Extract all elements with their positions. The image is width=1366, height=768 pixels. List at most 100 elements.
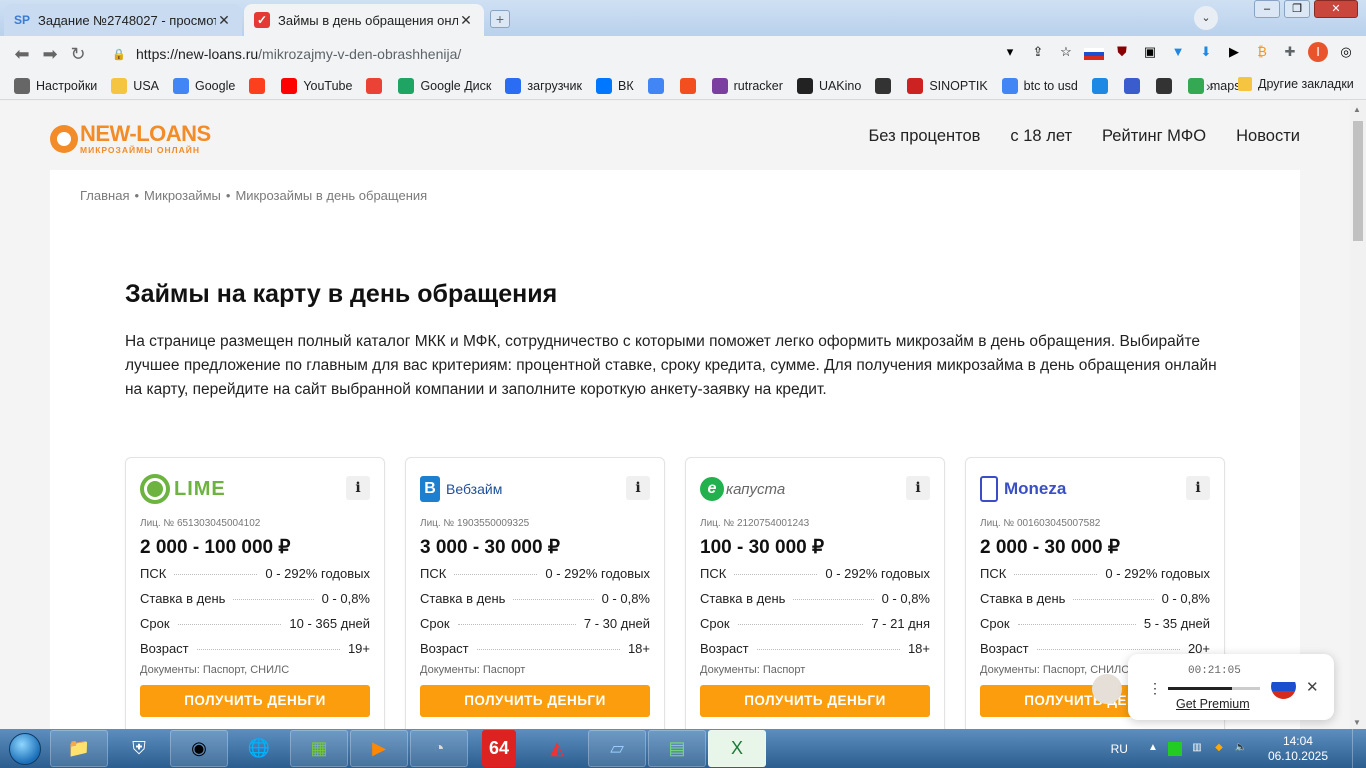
dropdown-icon[interactable]: ▾ xyxy=(1000,42,1020,62)
bookmark-usa[interactable]: USA xyxy=(111,77,159,94)
clock-app-icon[interactable]: ◔ xyxy=(410,730,468,767)
language-indicator[interactable]: RU xyxy=(1111,742,1128,756)
chrome-icon[interactable]: ◉ xyxy=(170,730,228,767)
bookmark-translate[interactable] xyxy=(647,77,670,94)
menu-icon[interactable]: ◎ xyxy=(1336,42,1356,62)
clock[interactable]: 14:04 06.10.2025 xyxy=(1268,734,1328,764)
webzaim-logo[interactable]: B Вебзайм xyxy=(420,472,502,506)
kapusta-logo[interactable]: e капуста xyxy=(700,472,785,506)
get-money-button[interactable]: ПОЛУЧИТЬ ДЕНЬГИ xyxy=(140,685,370,717)
scrollbar-thumb[interactable] xyxy=(1353,121,1363,241)
forward-icon[interactable]: ➡ xyxy=(36,44,64,65)
bookmark-вк[interactable]: ВК xyxy=(595,77,634,94)
share-icon[interactable]: ⇪ xyxy=(1028,42,1048,62)
more-bookmarks-button[interactable]: » xyxy=(1206,78,1214,94)
scroll-down-icon[interactable]: ▼ xyxy=(1353,718,1361,727)
bookmark-maps[interactable]: maps xyxy=(1187,77,1240,94)
volume-icon[interactable]: 🔈 xyxy=(1234,742,1248,756)
close-window-button[interactable]: ✕ xyxy=(1314,0,1358,18)
bookmark-bookmark[interactable] xyxy=(875,77,897,94)
bookmark-arrow[interactable] xyxy=(1123,77,1146,94)
bookmark-загрузчик[interactable]: загрузчик xyxy=(505,77,582,94)
tray-green-icon[interactable] xyxy=(1167,741,1182,756)
tray-up-arrow-icon[interactable]: ▲ xyxy=(1146,742,1160,756)
excel-icon[interactable]: X xyxy=(708,730,766,767)
chart-app-icon[interactable]: ◭ xyxy=(528,730,586,767)
minimize-button[interactable]: – xyxy=(1254,0,1280,18)
url-path: /mikrozajmy-v-den-obrashhenija/ xyxy=(258,46,462,62)
get-premium-link[interactable]: Get Premium xyxy=(1176,697,1250,711)
security-app-icon[interactable]: ⛨ xyxy=(110,730,168,767)
bookmark-gmail[interactable] xyxy=(366,77,388,94)
info-button[interactable]: i xyxy=(346,476,370,500)
nav-news[interactable]: Новости xyxy=(1236,127,1300,146)
back-icon[interactable]: ⬅ xyxy=(8,44,36,65)
bookmark-yandex[interactable] xyxy=(249,77,271,94)
more-options-icon[interactable]: ⋮ xyxy=(1148,680,1162,697)
other-bookmarks-folder[interactable]: Другие закладки xyxy=(1238,77,1354,91)
lime-logo[interactable]: LIME xyxy=(140,472,226,506)
maximize-button[interactable]: ❐ xyxy=(1284,0,1310,18)
get-money-button[interactable]: ПОЛУЧИТЬ ДЕНЬГИ xyxy=(700,685,930,717)
get-money-button[interactable]: ПОЛУЧИТЬ ДЕНЬГИ xyxy=(420,685,650,717)
money-app-icon[interactable]: ▦ xyxy=(290,730,348,767)
globe-app-icon[interactable]: 🌐 xyxy=(230,730,288,767)
breadcrumb-home[interactable]: Главная xyxy=(80,188,129,203)
site-logo[interactable]: NEW-LOANS МИКРОЗАЙМЫ ОНЛАЙН xyxy=(50,123,211,155)
script-icon[interactable]: ▶ xyxy=(1224,42,1244,62)
media-player-icon[interactable]: ▶ xyxy=(350,730,408,767)
maps-icon xyxy=(1187,77,1204,94)
rate-row: Ставка в день 0 - 0,8% xyxy=(700,591,930,606)
scroll-up-icon[interactable]: ▲ xyxy=(1353,105,1361,114)
bookmark-p[interactable] xyxy=(1091,77,1114,94)
bookmark-google-диск[interactable]: Google Диск xyxy=(398,77,491,94)
address-bar[interactable]: 🔒 https://new-loans.ru/mikrozajmy-v-den-… xyxy=(102,40,1022,68)
bookmark-rutracker[interactable]: rutracker xyxy=(711,77,783,94)
info-button[interactable]: i xyxy=(1186,476,1210,500)
moneza-logo[interactable]: Moneza xyxy=(980,472,1066,506)
player-progress[interactable] xyxy=(1168,687,1260,690)
notepad-icon[interactable]: ▱ xyxy=(588,730,646,767)
explorer-icon[interactable]: 📁 xyxy=(50,730,108,767)
info-button[interactable]: i xyxy=(906,476,930,500)
bookmark-настройки[interactable]: Настройки xyxy=(14,77,97,94)
tab-task[interactable]: SP Задание №2748027 - просмотр з ✕ xyxy=(4,4,242,36)
breadcrumb-microloans[interactable]: Микрозаймы xyxy=(144,188,221,203)
page-scrollbar[interactable]: ▲ ▼ xyxy=(1350,101,1366,729)
extension-icon[interactable]: ▣ xyxy=(1140,42,1160,62)
monitor-app-icon[interactable]: ▤ xyxy=(648,730,706,767)
download-icon[interactable]: ⬇ xyxy=(1196,42,1216,62)
close-tab-icon[interactable]: ✕ xyxy=(216,12,232,29)
star-icon[interactable]: ☆ xyxy=(1056,42,1076,62)
nav-no-interest[interactable]: Без процентов xyxy=(868,127,980,146)
russia-flag-icon[interactable] xyxy=(1271,674,1296,699)
tray-app-icon[interactable]: ◆ xyxy=(1212,742,1226,756)
close-widget-icon[interactable]: ✕ xyxy=(1306,678,1319,696)
show-desktop-button[interactable] xyxy=(1352,729,1366,768)
bookmark-bc[interactable] xyxy=(1155,77,1178,94)
bookmark-uakino[interactable]: UAKino xyxy=(796,77,861,94)
info-button[interactable]: i xyxy=(626,476,650,500)
new-tab-button[interactable]: + xyxy=(490,10,510,28)
aida64-icon[interactable]: 64 xyxy=(482,730,516,767)
bookmark-google[interactable]: Google xyxy=(173,77,235,94)
tab-loans[interactable]: ✓ Займы в день обращения онлайн ✕ xyxy=(244,4,484,36)
puzzle-icon[interactable]: ✚ xyxy=(1280,42,1300,62)
bookmark-figma[interactable] xyxy=(679,77,702,94)
bookmark-btc-to-usd[interactable]: btc to usd xyxy=(1001,77,1078,94)
reload-icon[interactable]: ↻ xyxy=(64,44,92,65)
flag-extension-icon[interactable] xyxy=(1084,48,1104,60)
tab-search-icon[interactable]: ⌄ xyxy=(1194,6,1218,30)
network-icon[interactable]: ▥ xyxy=(1190,742,1204,756)
vpn-icon[interactable]: ▼ xyxy=(1168,42,1188,62)
start-button[interactable] xyxy=(0,729,50,768)
nav-mfo-rating[interactable]: Рейтинг МФО xyxy=(1102,127,1206,146)
profile-avatar[interactable]: I xyxy=(1308,42,1328,62)
ublock-icon[interactable]: ⛊ xyxy=(1112,42,1132,62)
nav-from-18[interactable]: с 18 лет xyxy=(1010,127,1072,146)
bookmark-youtube[interactable]: YouTube xyxy=(281,77,352,94)
close-tab-icon[interactable]: ✕ xyxy=(458,12,474,29)
bitcoin-icon[interactable]: ₿ xyxy=(1252,42,1272,62)
bookmark-sinoptik[interactable]: SINOPTIK xyxy=(907,77,988,94)
vk-icon xyxy=(595,77,612,94)
